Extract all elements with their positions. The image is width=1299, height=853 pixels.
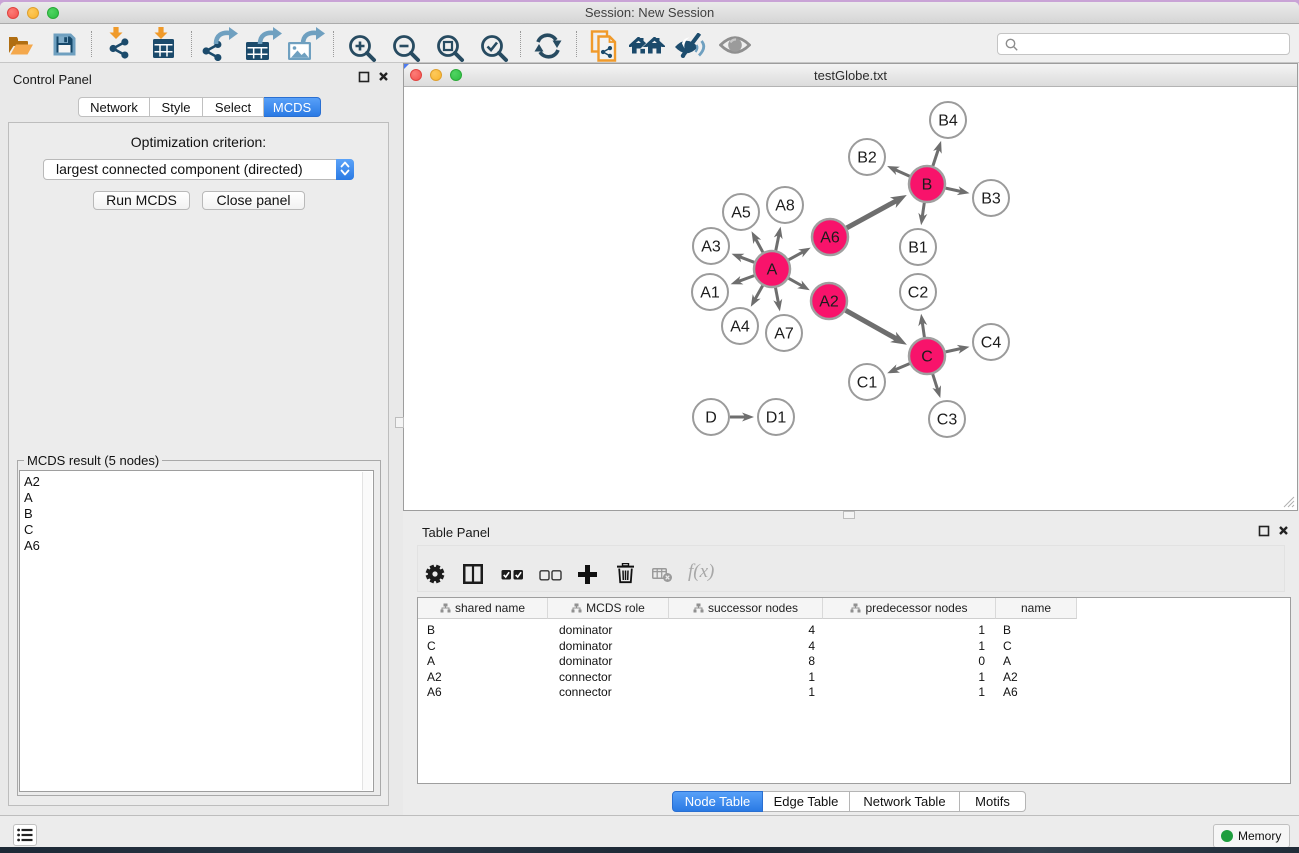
svg-text:A7: A7: [774, 326, 794, 343]
svg-text:B2: B2: [857, 150, 877, 167]
svg-text:C4: C4: [981, 335, 1002, 352]
svg-text:B3: B3: [981, 191, 1001, 208]
svg-text:C2: C2: [908, 285, 929, 302]
svg-text:A1: A1: [700, 285, 720, 302]
svg-text:A8: A8: [775, 198, 795, 215]
svg-text:B1: B1: [908, 240, 928, 257]
svg-text:A: A: [767, 262, 778, 279]
svg-text:C: C: [921, 349, 933, 366]
svg-text:B: B: [922, 177, 933, 194]
svg-text:B4: B4: [938, 113, 958, 130]
svg-text:C3: C3: [937, 412, 958, 429]
svg-text:C1: C1: [857, 375, 878, 392]
svg-text:D: D: [705, 410, 717, 427]
svg-text:D1: D1: [766, 410, 787, 427]
svg-text:A5: A5: [731, 205, 751, 222]
svg-text:A2: A2: [819, 294, 839, 311]
svg-text:A4: A4: [730, 319, 750, 336]
svg-text:A3: A3: [701, 239, 721, 256]
svg-text:A6: A6: [820, 230, 840, 247]
